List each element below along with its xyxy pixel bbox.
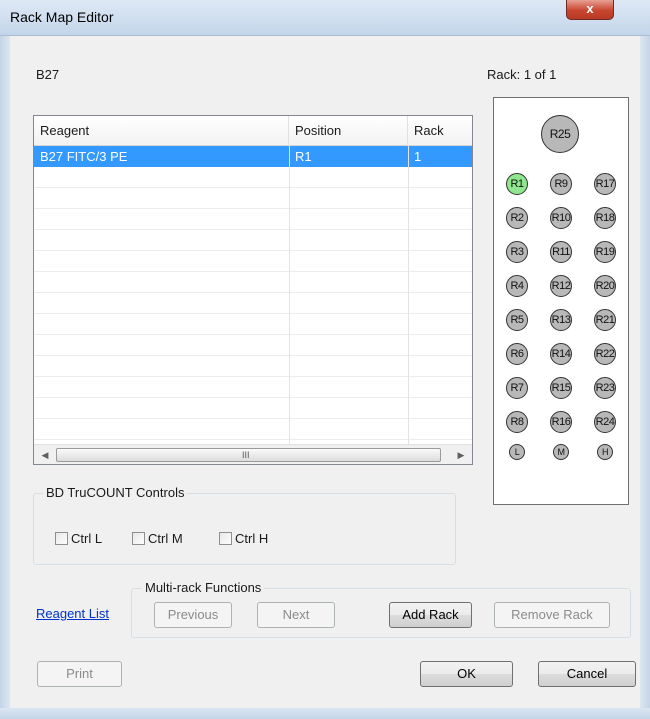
print-button[interactable]: Print: [37, 661, 122, 687]
multirack-functions-group: Multi-rack Functions Previous Next Add R…: [131, 580, 631, 638]
rack-position-r15[interactable]: R15: [550, 377, 572, 399]
scroll-thumb[interactable]: III: [56, 448, 441, 462]
rack-position-m[interactable]: M: [553, 444, 569, 460]
rack-position-r13[interactable]: R13: [550, 309, 572, 331]
column-gridline: [408, 146, 409, 444]
checkbox-box[interactable]: [132, 531, 145, 545]
rack-position-r21[interactable]: R21: [594, 309, 616, 331]
table-row[interactable]: [34, 272, 472, 293]
table-row[interactable]: [34, 293, 472, 314]
rack-map: R25 R1 R9 R17 R2 R10 R18 R3 R11 R19 R4 R12 R20 R5 R13 R…: [493, 97, 629, 505]
remove-rack-button[interactable]: Remove Rack: [494, 602, 610, 628]
rack-position-r19[interactable]: R19: [594, 241, 616, 263]
rack-position-r18[interactable]: R18: [594, 207, 616, 229]
rack-position-r17[interactable]: R17: [594, 173, 616, 195]
ctrl-l-checkbox[interactable]: Ctrl L: [55, 530, 102, 546]
scroll-left-icon[interactable]: ◀: [37, 447, 53, 463]
table-row[interactable]: B27 FITC/3 PE R1 1: [34, 146, 472, 167]
table-row[interactable]: [34, 335, 472, 356]
reagent-list-link[interactable]: Reagent List: [36, 606, 109, 621]
ctrl-m-label: Ctrl M: [148, 530, 183, 546]
rack-position-h[interactable]: H: [597, 444, 613, 460]
table-cell-position: R1: [295, 149, 312, 164]
rack-position-r22[interactable]: R22: [594, 343, 616, 365]
ctrl-m-checkbox[interactable]: Ctrl M: [132, 530, 183, 546]
reagent-list-view[interactable]: Reagent Position Rack B27 FITC/3 PE R1 1 ◀…: [33, 115, 473, 465]
next-button[interactable]: Next: [257, 602, 335, 628]
previous-button[interactable]: Previous: [154, 602, 232, 628]
rack-position-r3[interactable]: R3: [506, 241, 528, 263]
rack-position-r20[interactable]: R20: [594, 275, 616, 297]
table-row[interactable]: [34, 251, 472, 272]
ctrl-h-checkbox[interactable]: Ctrl H: [219, 530, 268, 546]
checkbox-box[interactable]: [55, 531, 68, 545]
rack-position-r23[interactable]: R23: [594, 377, 616, 399]
scroll-grip-icon: III: [242, 450, 250, 460]
window-title: Rack Map Editor: [10, 9, 114, 25]
trucount-group-label: BD TruCOUNT Controls: [43, 485, 188, 500]
scroll-right-icon[interactable]: ▶: [453, 447, 469, 463]
table-row[interactable]: [34, 398, 472, 419]
column-gridline: [289, 146, 290, 444]
rack-position-r6[interactable]: R6: [506, 343, 528, 365]
rack-position-r1[interactable]: R1: [506, 173, 528, 195]
rack-position-r8[interactable]: R8: [506, 411, 528, 433]
rack-counter: Rack: 1 of 1: [487, 67, 557, 82]
rack-position-r11[interactable]: R11: [550, 241, 572, 263]
list-header: Reagent Position Rack: [34, 116, 472, 146]
window-frame-right: [640, 36, 650, 719]
window-frame-bottom: [0, 708, 650, 719]
table-row[interactable]: [34, 209, 472, 230]
table-row[interactable]: [34, 314, 472, 335]
title-bar[interactable]: Rack Map Editor x: [0, 0, 650, 36]
column-header-rack[interactable]: Rack: [408, 116, 472, 146]
rack-position-r2[interactable]: R2: [506, 207, 528, 229]
table-row[interactable]: [34, 419, 472, 440]
column-header-reagent[interactable]: Reagent: [34, 116, 289, 146]
rack-position-r4[interactable]: R4: [506, 275, 528, 297]
rack-position-r9[interactable]: R9: [550, 173, 572, 195]
window-frame-left: [0, 36, 10, 719]
table-row[interactable]: [34, 356, 472, 377]
multirack-group-label: Multi-rack Functions: [142, 580, 265, 595]
panel-name: B27: [36, 67, 60, 82]
ctrl-l-label: Ctrl L: [71, 530, 103, 546]
table-row[interactable]: [34, 377, 472, 398]
rack-position-r7[interactable]: R7: [506, 377, 528, 399]
table-cell-rack: 1: [414, 149, 422, 164]
table-row[interactable]: [34, 188, 472, 209]
rack-position-r12[interactable]: R12: [550, 275, 572, 297]
close-icon[interactable]: x: [566, 0, 614, 20]
horizontal-scrollbar[interactable]: ◀ III ▶: [34, 444, 472, 464]
ctrl-h-label: Ctrl H: [235, 530, 269, 546]
rack-position-r10[interactable]: R10: [550, 207, 572, 229]
table-cell-reagent: B27 FITC/3 PE: [40, 149, 128, 164]
column-header-position[interactable]: Position: [289, 116, 408, 146]
trucount-controls-group: BD TruCOUNT Controls Ctrl L Ctrl M Ctrl …: [33, 485, 456, 565]
cancel-button[interactable]: Cancel: [538, 661, 636, 687]
ok-button[interactable]: OK: [420, 661, 513, 687]
rack-position-r14[interactable]: R14: [550, 343, 572, 365]
rack-position-r5[interactable]: R5: [506, 309, 528, 331]
table-row[interactable]: [34, 230, 472, 251]
rack-position-r25[interactable]: R25: [541, 115, 579, 153]
table-row[interactable]: [34, 167, 472, 188]
checkbox-box[interactable]: [219, 531, 232, 545]
rack-position-r24[interactable]: R24: [594, 411, 616, 433]
rack-position-l[interactable]: L: [509, 444, 525, 460]
add-rack-button[interactable]: Add Rack: [389, 602, 472, 628]
rack-map-editor-window: Rack Map Editor x B27 Rack: 1 of 1 Reage…: [0, 0, 650, 719]
rack-position-r16[interactable]: R16: [550, 411, 572, 433]
